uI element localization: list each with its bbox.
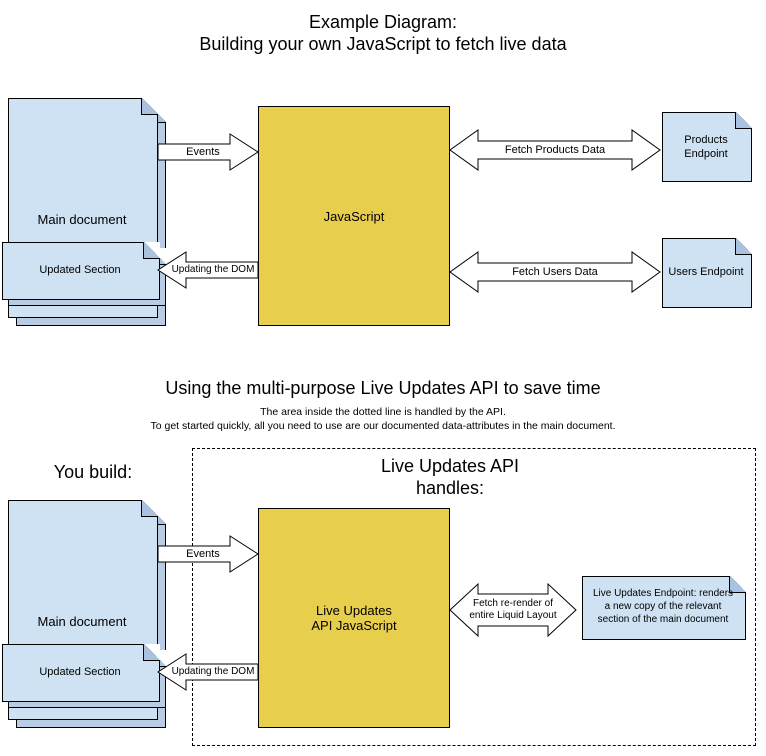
live-updates-js-box: Live Updates API JavaScript <box>258 508 450 728</box>
api-handles-label-2: handles: <box>300 478 600 499</box>
javascript-box: JavaScript <box>258 106 450 326</box>
fetch-rerender-arrow-label-2: entire Liquid Layout <box>462 610 564 622</box>
javascript-box-label: JavaScript <box>324 209 385 224</box>
endpoint-note-line-2: a new copy of the relevant <box>582 601 744 612</box>
events-arrow-label: Events <box>168 146 238 158</box>
fetch-users-arrow-label: Fetch Users Data <box>490 266 620 278</box>
endpoint-note-line-1: Live Updates Endpoint: renders <box>582 588 744 599</box>
api-handles-label-1: Live Updates API <box>300 456 600 477</box>
users-endpoint-label: Users Endpoint <box>662 266 750 278</box>
diagram-title-line2: Building your own JavaScript to fetch li… <box>0 34 766 55</box>
updated-section-label: Updated Section <box>2 264 158 276</box>
endpoint-note-line-3: section of the main document <box>582 614 744 625</box>
events-arrow-2-label: Events <box>168 548 238 560</box>
products-endpoint-label-2: Endpoint <box>662 148 750 160</box>
products-endpoint <box>662 112 752 182</box>
live-updates-js-label-1: Live Updates <box>316 603 392 618</box>
live-updates-js-label-2: API JavaScript <box>311 618 396 633</box>
products-endpoint-label-1: Products <box>662 134 750 146</box>
fetch-products-arrow-label: Fetch Products Data <box>480 144 630 156</box>
updating-dom-arrow-label: Updating the DOM <box>170 264 256 275</box>
fetch-rerender-arrow-label-1: Fetch re-render of <box>462 598 564 610</box>
main-document-2-label: Main document <box>8 614 156 629</box>
you-build-label: You build: <box>8 462 178 483</box>
main-document-label: Main document <box>8 212 156 227</box>
updated-section-2-label: Updated Section <box>2 666 158 678</box>
section2-sub1: The area inside the dotted line is handl… <box>0 406 766 418</box>
section2-title: Using the multi-purpose Live Updates API… <box>0 378 766 399</box>
section2-sub2: To get started quickly, all you need to … <box>0 420 766 432</box>
diagram-title-line1: Example Diagram: <box>0 12 766 33</box>
updating-dom-arrow-2-label: Updating the DOM <box>170 666 256 677</box>
